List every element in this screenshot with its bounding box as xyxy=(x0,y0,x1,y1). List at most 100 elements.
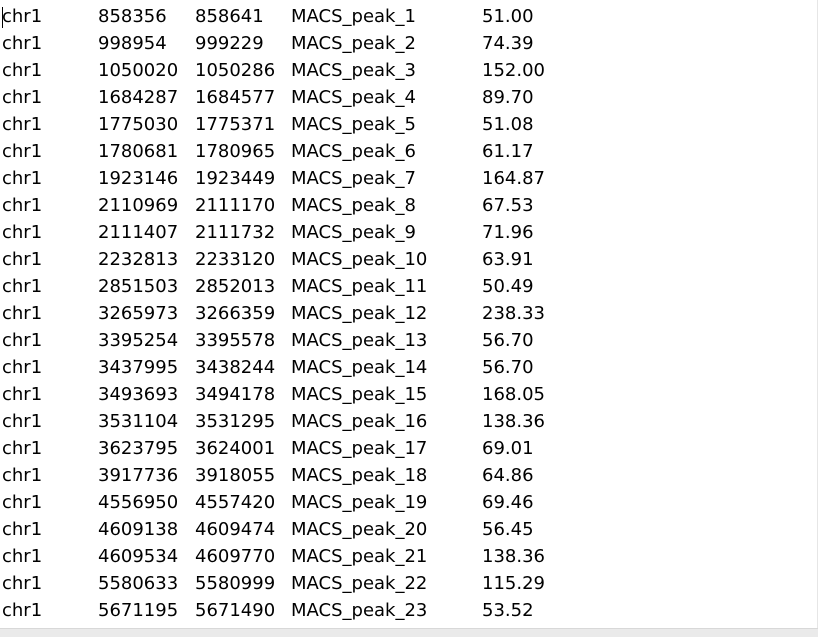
chrom-cell: chr1 xyxy=(2,546,43,567)
chrom-cell: chr1 xyxy=(2,276,43,297)
peak-name-cell: MACS_peak_9 xyxy=(291,222,416,243)
chrom-cell: chr1 xyxy=(2,168,43,189)
score-cell: 138.36 xyxy=(482,546,545,567)
start-cell: 4609138 xyxy=(98,519,179,540)
chrom-cell: chr1 xyxy=(2,492,43,513)
horizontal-scrollbar[interactable] xyxy=(0,628,818,637)
start-cell: 4556950 xyxy=(98,492,179,513)
peak-name-cell: MACS_peak_10 xyxy=(291,249,428,270)
start-cell: 3531104 xyxy=(98,411,179,432)
score-cell: 50.49 xyxy=(482,276,534,297)
chrom-cell: chr1 xyxy=(2,195,43,216)
start-cell: 3493693 xyxy=(98,384,179,405)
score-cell: 238.33 xyxy=(482,303,545,324)
start-cell: 2110969 xyxy=(98,195,179,216)
peak-name-cell: MACS_peak_17 xyxy=(291,438,428,459)
score-cell: 164.87 xyxy=(482,168,545,189)
score-cell: 53.52 xyxy=(482,600,534,621)
score-cell: 56.70 xyxy=(482,330,534,351)
peak-name-cell: MACS_peak_13 xyxy=(291,330,428,351)
peak-name-cell: MACS_peak_7 xyxy=(291,168,416,189)
start-cell: 1684287 xyxy=(98,87,179,108)
end-cell: 1684577 xyxy=(195,87,276,108)
start-cell: 2851503 xyxy=(98,276,179,297)
peak-name-cell: MACS_peak_3 xyxy=(291,60,416,81)
chrom-cell: chr1 xyxy=(2,60,43,81)
score-cell: 67.53 xyxy=(482,195,534,216)
end-cell: 3395578 xyxy=(195,330,276,351)
start-cell: 3917736 xyxy=(98,465,179,486)
end-cell: 858641 xyxy=(195,6,264,27)
score-cell: 61.17 xyxy=(482,141,534,162)
score-cell: 64.86 xyxy=(482,465,534,486)
chrom-cell: chr1 xyxy=(2,33,43,54)
chrom-cell: chr1 xyxy=(2,249,43,270)
start-cell: 1050020 xyxy=(98,60,179,81)
end-cell: 4609474 xyxy=(195,519,276,540)
score-cell: 56.70 xyxy=(482,357,534,378)
end-cell: 1050286 xyxy=(195,60,276,81)
start-cell: 3395254 xyxy=(98,330,179,351)
peak-name-cell: MACS_peak_1 xyxy=(291,6,416,27)
end-cell: 2233120 xyxy=(195,249,276,270)
start-cell: 4609534 xyxy=(98,546,179,567)
text-editor-area[interactable]: chr1 858356 858641 MACS_peak_1 51.00 chr… xyxy=(0,0,818,628)
chrom-cell: chr1 xyxy=(2,6,43,27)
end-cell: 3624001 xyxy=(195,438,276,459)
peak-name-cell: MACS_peak_5 xyxy=(291,114,416,135)
end-cell: 1923449 xyxy=(195,168,276,189)
start-cell: 5671195 xyxy=(98,600,179,621)
peak-name-cell: MACS_peak_21 xyxy=(291,546,428,567)
end-cell: 2111170 xyxy=(195,195,276,216)
peak-name-cell: MACS_peak_16 xyxy=(291,411,428,432)
end-cell: 4609770 xyxy=(195,546,276,567)
score-cell: 71.96 xyxy=(482,222,534,243)
peak-name-cell: MACS_peak_15 xyxy=(291,384,428,405)
chrom-cell: chr1 xyxy=(2,411,43,432)
peak-name-cell: MACS_peak_18 xyxy=(291,465,428,486)
end-cell: 3438244 xyxy=(195,357,276,378)
start-cell: 858356 xyxy=(98,6,167,27)
end-cell: 3918055 xyxy=(195,465,276,486)
peak-name-cell: MACS_peak_11 xyxy=(291,276,428,297)
chrom-cell: chr1 xyxy=(2,600,43,621)
start-cell: 1775030 xyxy=(98,114,179,135)
chrom-cell: chr1 xyxy=(2,303,43,324)
score-cell: 51.08 xyxy=(482,114,534,135)
score-cell: 168.05 xyxy=(482,384,545,405)
start-cell: 3437995 xyxy=(98,357,179,378)
score-cell: 115.29 xyxy=(482,573,545,594)
peak-name-cell: MACS_peak_12 xyxy=(291,303,428,324)
score-cell: 51.00 xyxy=(482,6,534,27)
chrom-cell: chr1 xyxy=(2,465,43,486)
end-cell: 999229 xyxy=(195,33,264,54)
peak-name-cell: MACS_peak_2 xyxy=(291,33,416,54)
end-cell: 5671490 xyxy=(195,600,276,621)
chrom-cell: chr1 xyxy=(2,87,43,108)
end-cell: 2111732 xyxy=(195,222,276,243)
chrom-cell: chr1 xyxy=(2,141,43,162)
end-cell: 3494178 xyxy=(195,384,276,405)
start-cell: 5580633 xyxy=(98,573,179,594)
chrom-cell: chr1 xyxy=(2,330,43,351)
end-cell: 3266359 xyxy=(195,303,276,324)
end-cell: 1780965 xyxy=(195,141,276,162)
score-cell: 74.39 xyxy=(482,33,534,54)
chrom-cell: chr1 xyxy=(2,438,43,459)
start-cell: 998954 xyxy=(98,33,167,54)
peak-name-cell: MACS_peak_23 xyxy=(291,600,428,621)
score-cell: 152.00 xyxy=(482,60,545,81)
score-cell: 56.45 xyxy=(482,519,534,540)
peak-name-cell: MACS_peak_20 xyxy=(291,519,428,540)
peak-name-cell: MACS_peak_19 xyxy=(291,492,428,513)
start-cell: 1923146 xyxy=(98,168,179,189)
end-cell: 1775371 xyxy=(195,114,276,135)
score-cell: 69.01 xyxy=(482,438,534,459)
start-cell: 1780681 xyxy=(98,141,179,162)
chrom-cell: chr1 xyxy=(2,357,43,378)
start-cell: 3623795 xyxy=(98,438,179,459)
chrom-cell: chr1 xyxy=(2,222,43,243)
start-cell: 3265973 xyxy=(98,303,179,324)
peak-name-cell: MACS_peak_4 xyxy=(291,87,416,108)
peak-name-cell: MACS_peak_8 xyxy=(291,195,416,216)
